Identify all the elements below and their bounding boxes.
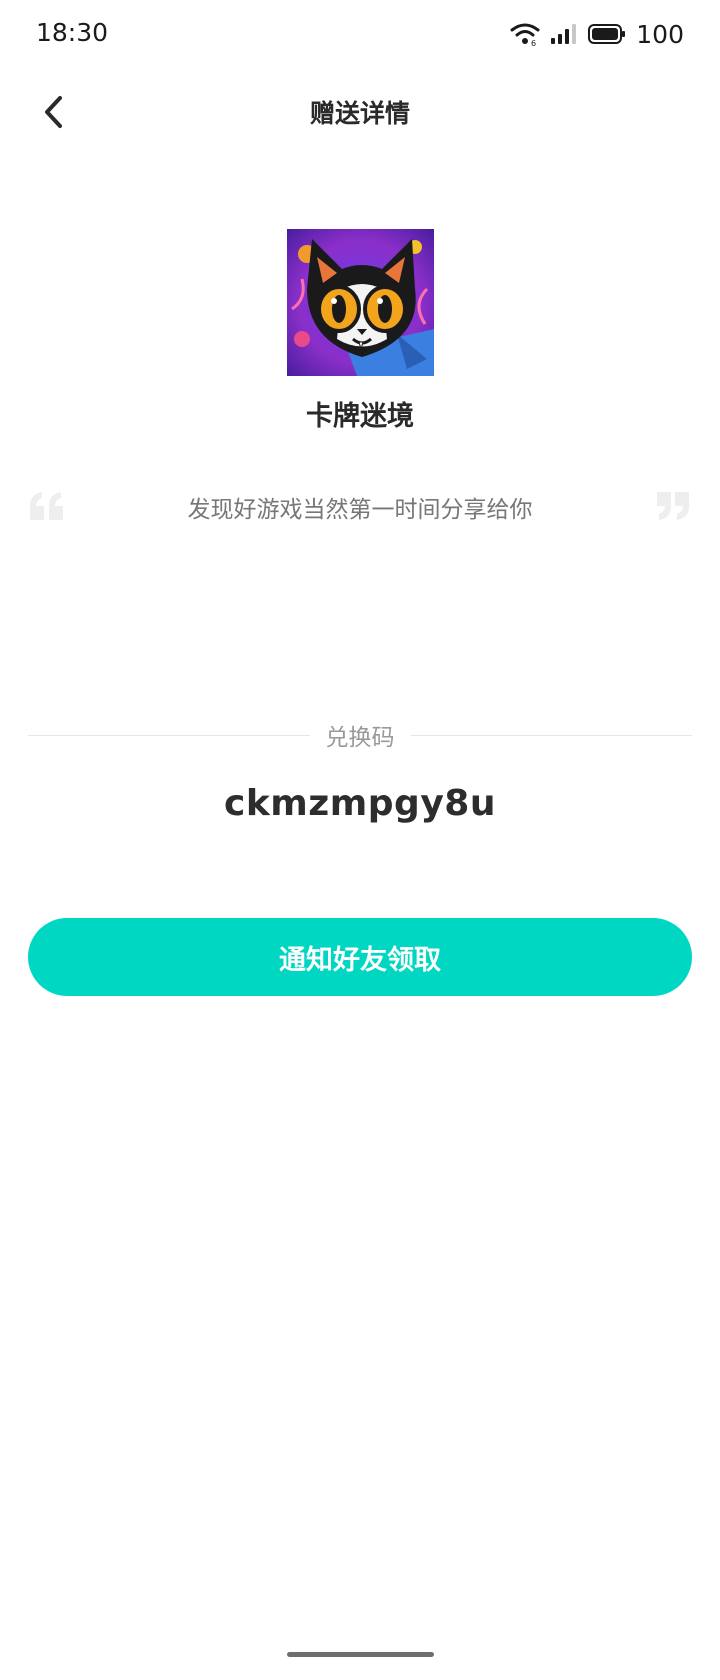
game-name: 卡牌迷境 <box>306 401 414 432</box>
status-time: 18:30 <box>36 18 109 47</box>
notify-friend-button[interactable]: 通知好友领取 <box>28 918 692 996</box>
wifi-icon: 6 <box>510 22 540 46</box>
signal-icon <box>550 23 578 45</box>
status-bar: 18:30 6 100 <box>0 0 720 70</box>
svg-text:6: 6 <box>531 39 536 46</box>
page-title: 赠送详情 <box>309 99 410 128</box>
quote-close-icon <box>654 490 692 522</box>
gift-message: 发现好游戏当然第一时间分享给你 <box>187 497 533 523</box>
redeem-label: 兑换码 <box>325 725 395 751</box>
gift-detail-screen: 18:30 6 100 赠送详情 卡牌迷境 发现好游戏当然第一时间分享给你 兑换… <box>0 0 720 1680</box>
nav-bar: 赠送详情 <box>0 74 720 152</box>
redeem-divider: 兑换码 <box>28 718 692 752</box>
battery-level: 100 <box>636 19 684 49</box>
game-cover-image <box>287 229 434 376</box>
status-icons: 6 100 <box>510 18 684 50</box>
divider-line-right <box>410 734 692 736</box>
battery-icon <box>588 23 626 45</box>
divider-line-left <box>28 734 310 736</box>
home-indicator[interactable] <box>287 1652 434 1657</box>
redeem-code[interactable]: ckmzmpgy8u <box>0 783 720 824</box>
